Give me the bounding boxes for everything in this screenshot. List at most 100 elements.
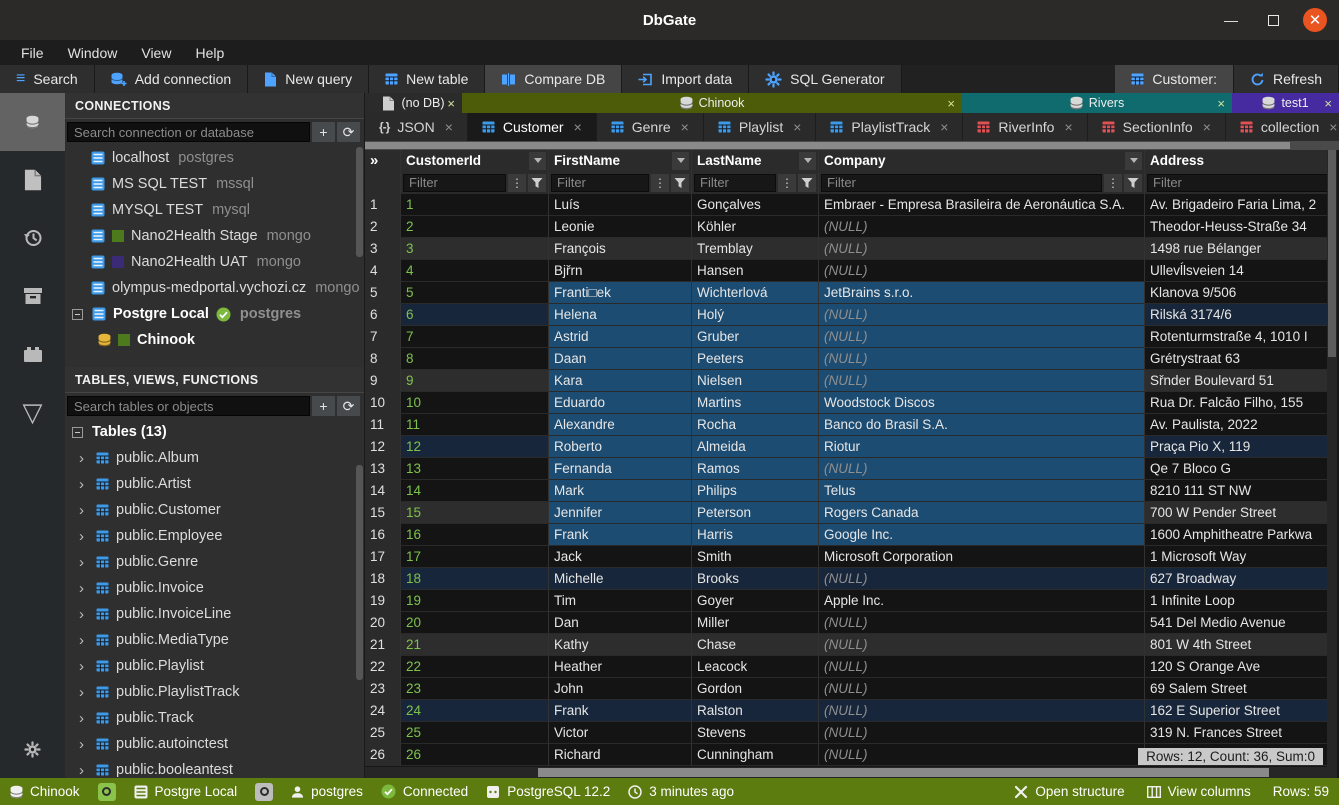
filter-menu-button[interactable]: ⋮ [508,174,526,192]
cell-customerid[interactable]: 10 [401,392,549,414]
toolbar-compare-db-button[interactable]: Compare DB [485,65,622,93]
filter-input-customerid[interactable] [403,174,506,192]
cell-customerid[interactable]: 5 [401,282,549,304]
cell-address[interactable]: Rilská 3174/6 [1145,304,1327,326]
row-number[interactable]: 14 [365,480,401,502]
connections-search-input[interactable] [67,122,310,142]
archive-rail-item[interactable] [0,267,65,325]
cell-lastname[interactable]: Chase [692,634,819,656]
cell-customerid[interactable]: 6 [401,304,549,326]
db-tab-rivers[interactable]: Rivers× [962,93,1232,113]
cell-customerid[interactable]: 4 [401,260,549,282]
status-theme-color[interactable] [255,783,273,801]
cell-customerid[interactable]: 25 [401,722,549,744]
cell-company[interactable]: Microsoft Corporation [819,546,1145,568]
cell-company[interactable]: (NULL) [819,612,1145,634]
status-3-minutes-ago[interactable]: 3 minutes ago [628,783,734,801]
cell-lastname[interactable]: Smith [692,546,819,568]
menu-view[interactable]: View [130,43,182,63]
cell-company[interactable]: Woodstock Discos [819,392,1145,414]
chevron-right-icon[interactable]: › [79,502,89,519]
cell-lastname[interactable]: Nielsen [692,370,819,392]
column-header-customerid[interactable]: CustomerId [401,150,549,172]
close-icon[interactable]: × [1064,119,1072,135]
cell-address[interactable]: Qe 7 Bloco G [1145,458,1327,480]
file-tab-customer[interactable]: Customer× [468,113,597,141]
cell-customerid[interactable]: 17 [401,546,549,568]
cell-firstname[interactable]: Eduardo [549,392,692,414]
toolbar-search-button[interactable]: ≡Search [0,65,95,93]
cell-firstname[interactable]: Mark [549,480,692,502]
chevron-right-icon[interactable]: › [79,632,89,649]
cell-lastname[interactable]: Brooks [692,568,819,590]
settings-rail-item[interactable] [0,720,65,778]
status-postgresql-12-2[interactable]: PostgreSQL 12.2 [486,783,610,801]
filter-input-lastname[interactable] [694,174,776,192]
cell-address[interactable]: 162 E Superior Street [1145,700,1327,722]
cell-lastname[interactable]: Stevens [692,722,819,744]
toolbar-refresh-button[interactable]: Refresh [1234,65,1339,93]
row-number[interactable]: 6 [365,304,401,326]
cell-firstname[interactable]: Victor [549,722,692,744]
cell-firstname[interactable]: Jennifer [549,502,692,524]
table-item[interactable]: ›public.Invoice [65,575,364,601]
row-number[interactable]: 23 [365,678,401,700]
cell-lastname[interactable]: Hansen [692,260,819,282]
cell-customerid[interactable]: 9 [401,370,549,392]
file-tab-playlist[interactable]: Playlist× [704,113,817,141]
cell-lastname[interactable]: Martins [692,392,819,414]
close-icon[interactable]: × [447,96,455,111]
filter-rail-item[interactable]: ▽ [0,383,65,441]
minimize-button[interactable]: — [1219,8,1243,32]
table-item[interactable]: ›public.Album [65,445,364,471]
cell-address[interactable]: 1 Microsoft Way [1145,546,1327,568]
column-dropdown-button[interactable] [529,152,546,170]
cell-address[interactable]: 1 Infinite Loop [1145,590,1327,612]
column-header-firstname[interactable]: FirstName [549,150,692,172]
cell-customerid[interactable]: 3 [401,238,549,260]
row-number[interactable]: 4 [365,260,401,282]
connection-item[interactable]: Postgre Localpostgres [65,301,364,327]
table-item[interactable]: ›public.Artist [65,471,364,497]
row-number[interactable]: 25 [365,722,401,744]
cell-address[interactable]: Theodor-Heuss-Straße 34 [1145,216,1327,238]
cell-address[interactable]: Rotenturmstraße 4, 1010 I [1145,326,1327,348]
chevron-right-icon[interactable]: › [79,762,89,779]
close-icon[interactable]: × [940,119,948,135]
cell-company[interactable]: (NULL) [819,700,1145,722]
filter-funnel-button[interactable] [1124,174,1142,192]
row-number[interactable]: 10 [365,392,401,414]
cell-lastname[interactable]: Ramos [692,458,819,480]
row-number[interactable]: 7 [365,326,401,348]
status-postgre-local[interactable]: Postgre Local [134,783,238,801]
chevron-right-icon[interactable]: › [79,450,89,467]
cell-lastname[interactable]: Cunningham [692,744,819,766]
toolbar-new-table-button[interactable]: New table [369,65,485,93]
cell-company[interactable]: (NULL) [819,722,1145,744]
cell-firstname[interactable]: Heather [549,656,692,678]
cell-company[interactable]: (NULL) [819,326,1145,348]
close-icon[interactable]: × [1324,96,1332,111]
cell-company[interactable]: JetBrains s.r.o. [819,282,1145,304]
toolbar-sql-generator-button[interactable]: SQL Generator [749,65,901,93]
table-item[interactable]: ›public.Genre [65,549,364,575]
toolbar-new-query-button[interactable]: New query [248,65,369,93]
cell-address[interactable]: Ullevĺlsveien 14 [1145,260,1327,282]
file-tab-riverinfo[interactable]: RiverInfo× [963,113,1087,141]
cell-address[interactable]: 8210 111 ST NW [1145,480,1327,502]
file-tab-collection[interactable]: collection× [1226,113,1339,141]
cell-firstname[interactable]: John [549,678,692,700]
status-rows-59[interactable]: Rows: 59 [1273,784,1329,799]
cell-company[interactable]: (NULL) [819,458,1145,480]
cell-address[interactable]: 319 N. Frances Street [1145,722,1327,744]
filter-funnel-button[interactable] [798,174,816,192]
filter-input-address[interactable] [1147,174,1327,192]
table-item[interactable]: ›public.InvoiceLine [65,601,364,627]
cell-lastname[interactable]: Rocha [692,414,819,436]
cell-company[interactable]: Riotur [819,436,1145,458]
cell-customerid[interactable]: 13 [401,458,549,480]
cell-address[interactable]: 700 W Pender Street [1145,502,1327,524]
table-item[interactable]: ›public.Track [65,705,364,731]
cell-firstname[interactable]: Kara [549,370,692,392]
row-number[interactable]: 1 [365,194,401,216]
